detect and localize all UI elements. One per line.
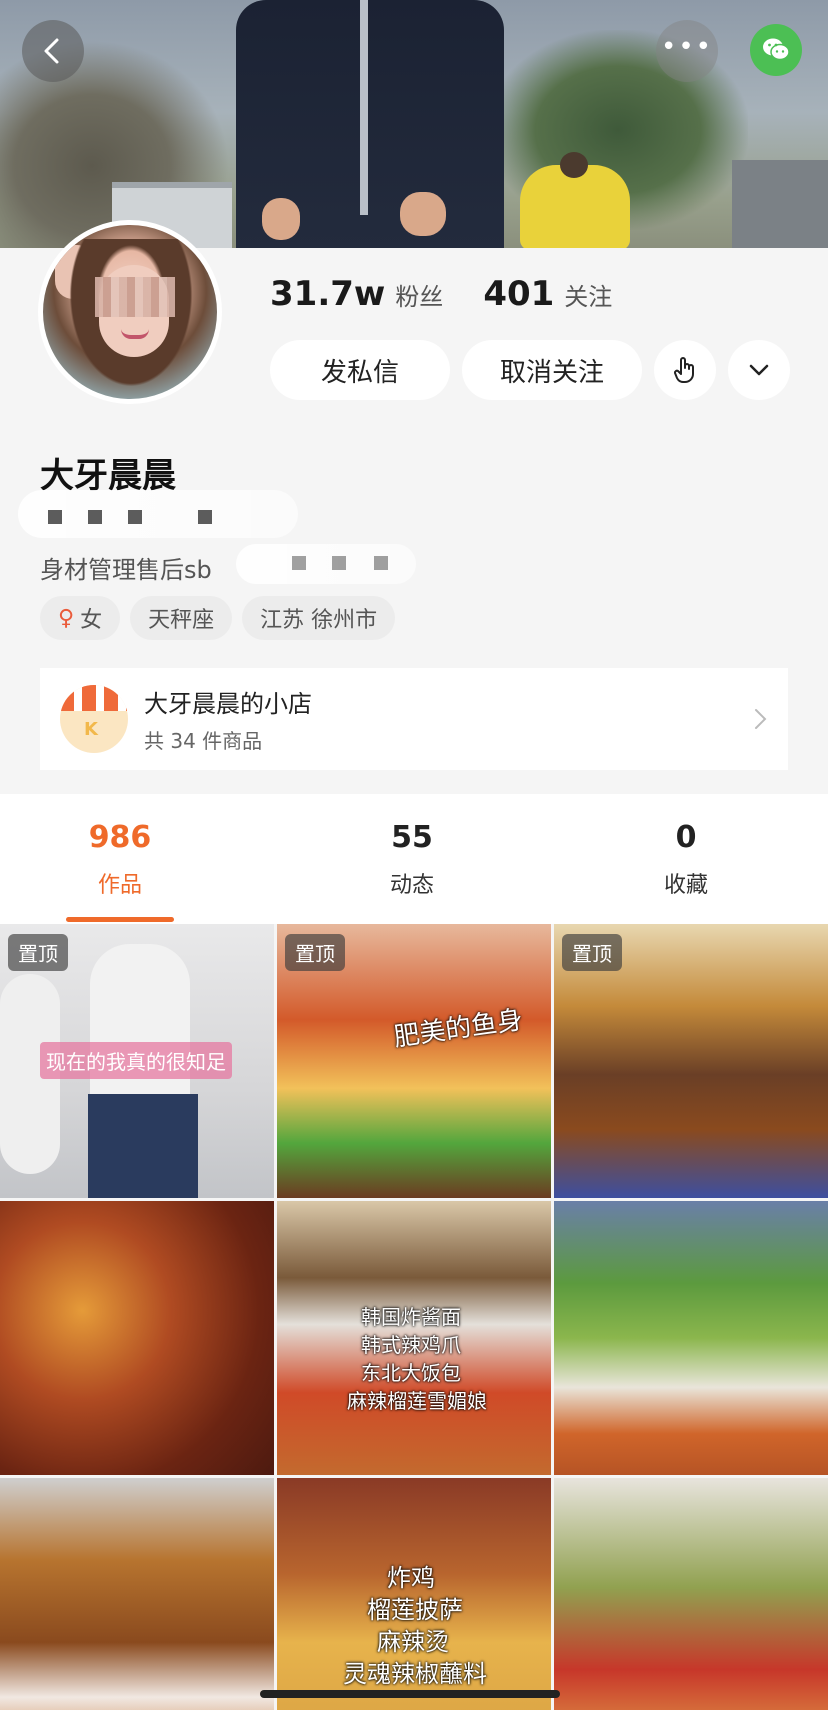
gesture-button[interactable] <box>654 340 716 400</box>
shop-title: 大牙晨晨的小店 <box>144 690 312 718</box>
constellation-tag: 天秤座 <box>130 596 233 640</box>
video-thumbnail[interactable] <box>554 1478 828 1710</box>
more-dots-icon: ••• <box>660 32 713 62</box>
female-icon: ♀ <box>58 605 75 631</box>
shop-product-count: 共 34 件商品 <box>144 729 263 753</box>
location-tag: 江苏 徐州市 <box>242 596 396 640</box>
redaction-block <box>332 556 346 570</box>
redaction-block <box>128 510 142 524</box>
cover-child-head <box>560 152 588 178</box>
pinned-badge: 置顶 <box>8 934 68 971</box>
video-caption: 麻辣烫 <box>377 1628 449 1656</box>
tab-moments-label: 动态 <box>389 873 434 898</box>
video-caption: 灵魂辣椒蘸料 <box>343 1660 487 1688</box>
profile-tags: ♀ 女 天秤座 江苏 徐州市 <box>40 596 396 640</box>
wechat-share-button[interactable] <box>750 24 802 76</box>
back-button[interactable] <box>22 20 84 82</box>
hand-pointer-icon <box>674 357 694 383</box>
video-thumbnail[interactable] <box>0 1478 274 1710</box>
profile-stats: 31.7w 粉丝 401 关注 <box>270 274 652 314</box>
tab-works[interactable]: 986 作品 <box>10 820 230 899</box>
redaction-block <box>198 510 212 524</box>
active-tab-indicator <box>66 917 174 922</box>
more-button[interactable]: ••• <box>656 20 718 82</box>
video-caption: 韩式辣鸡爪 <box>361 1333 461 1357</box>
unfollow-button[interactable]: 取消关注 <box>462 340 642 400</box>
video-caption: 炸鸡 <box>387 1564 435 1592</box>
redaction-block <box>88 510 102 524</box>
video-caption: 肥美的鱼身 <box>391 1005 525 1053</box>
shop-awning <box>60 685 128 711</box>
shop-entry[interactable]: K 大牙晨晨的小店 共 34 件商品 <box>40 668 788 770</box>
pinned-badge: 置顶 <box>285 934 345 971</box>
video-thumbnail[interactable]: 置顶 <box>554 924 828 1198</box>
tab-moments[interactable]: 55 动态 <box>302 820 522 899</box>
cover-hand <box>262 198 300 240</box>
video-thumbnail[interactable]: 置顶 现在的我真的很知足 <box>0 924 274 1198</box>
redacted-bio <box>236 544 416 584</box>
wechat-icon <box>763 38 790 61</box>
cover-zipper <box>360 0 368 215</box>
shop-text: 大牙晨晨的小店 共 34 件商品 <box>144 684 312 754</box>
chevron-left-icon <box>44 38 59 64</box>
video-thumbnail[interactable] <box>0 1201 274 1475</box>
expand-recommendations-button[interactable] <box>728 340 790 400</box>
followers-label[interactable]: 粉丝 <box>395 277 443 312</box>
video-thumbnail[interactable]: 韩国炸酱面 韩式辣鸡爪 东北大饭包 麻辣榴莲雪媚娘 <box>277 1201 551 1475</box>
tab-moments-count: 55 <box>391 820 433 855</box>
video-thumbnail[interactable]: 置顶 肥美的鱼身 <box>277 924 551 1198</box>
avatar-mosaic <box>95 277 175 317</box>
tab-works-label: 作品 <box>97 873 142 898</box>
tab-favorites-count: 0 <box>675 820 697 855</box>
chevron-down-icon <box>749 364 769 376</box>
video-thumbnail[interactable] <box>554 1201 828 1475</box>
profile-bio: 身材管理售后sb <box>40 556 212 584</box>
profile-tabs: 986 作品 55 动态 0 收藏 <box>0 794 828 924</box>
video-caption: 榴莲披萨 <box>367 1596 463 1624</box>
redacted-id <box>18 490 298 538</box>
video-thumbnail[interactable]: 炸鸡 榴莲披萨 麻辣烫 灵魂辣椒蘸料 <box>277 1478 551 1710</box>
following-label[interactable]: 关注 <box>564 277 612 312</box>
avatar[interactable] <box>38 220 222 404</box>
cover-wall <box>732 160 828 250</box>
video-caption: 麻辣榴莲雪媚娘 <box>347 1389 487 1413</box>
chevron-right-icon <box>755 709 767 729</box>
video-caption: 东北大饭包 <box>361 1361 461 1385</box>
redaction-block <box>292 556 306 570</box>
cover-hand <box>400 192 446 236</box>
tab-works-count: 986 <box>88 820 152 855</box>
following-count[interactable]: 401 <box>483 274 554 314</box>
redaction-block <box>374 556 388 570</box>
tab-favorites-label: 收藏 <box>663 873 708 898</box>
tab-favorites[interactable]: 0 收藏 <box>576 820 796 899</box>
thumb-jeans <box>88 1094 198 1198</box>
video-grid: 置顶 现在的我真的很知足 置顶 肥美的鱼身 置顶 韩国炸酱面 韩式辣鸡爪 东北大… <box>0 924 828 1710</box>
send-message-button[interactable]: 发私信 <box>270 340 450 400</box>
gender-label: 女 <box>80 608 103 633</box>
video-caption: 现在的我真的很知足 <box>40 1042 232 1079</box>
redaction-block <box>48 510 62 524</box>
followers-count[interactable]: 31.7w <box>270 274 385 314</box>
shop-logo-icon: K <box>60 685 128 753</box>
gender-tag: ♀ 女 <box>40 596 121 640</box>
pinned-badge: 置顶 <box>562 934 622 971</box>
shop-k-mark: K <box>84 719 98 740</box>
home-indicator <box>260 1690 560 1698</box>
profile-header: 31.7w 粉丝 401 关注 发私信 取消关注 大牙晨晨 身材管理售后sb ♀… <box>0 220 828 1710</box>
video-caption: 韩国炸酱面 <box>361 1305 461 1329</box>
